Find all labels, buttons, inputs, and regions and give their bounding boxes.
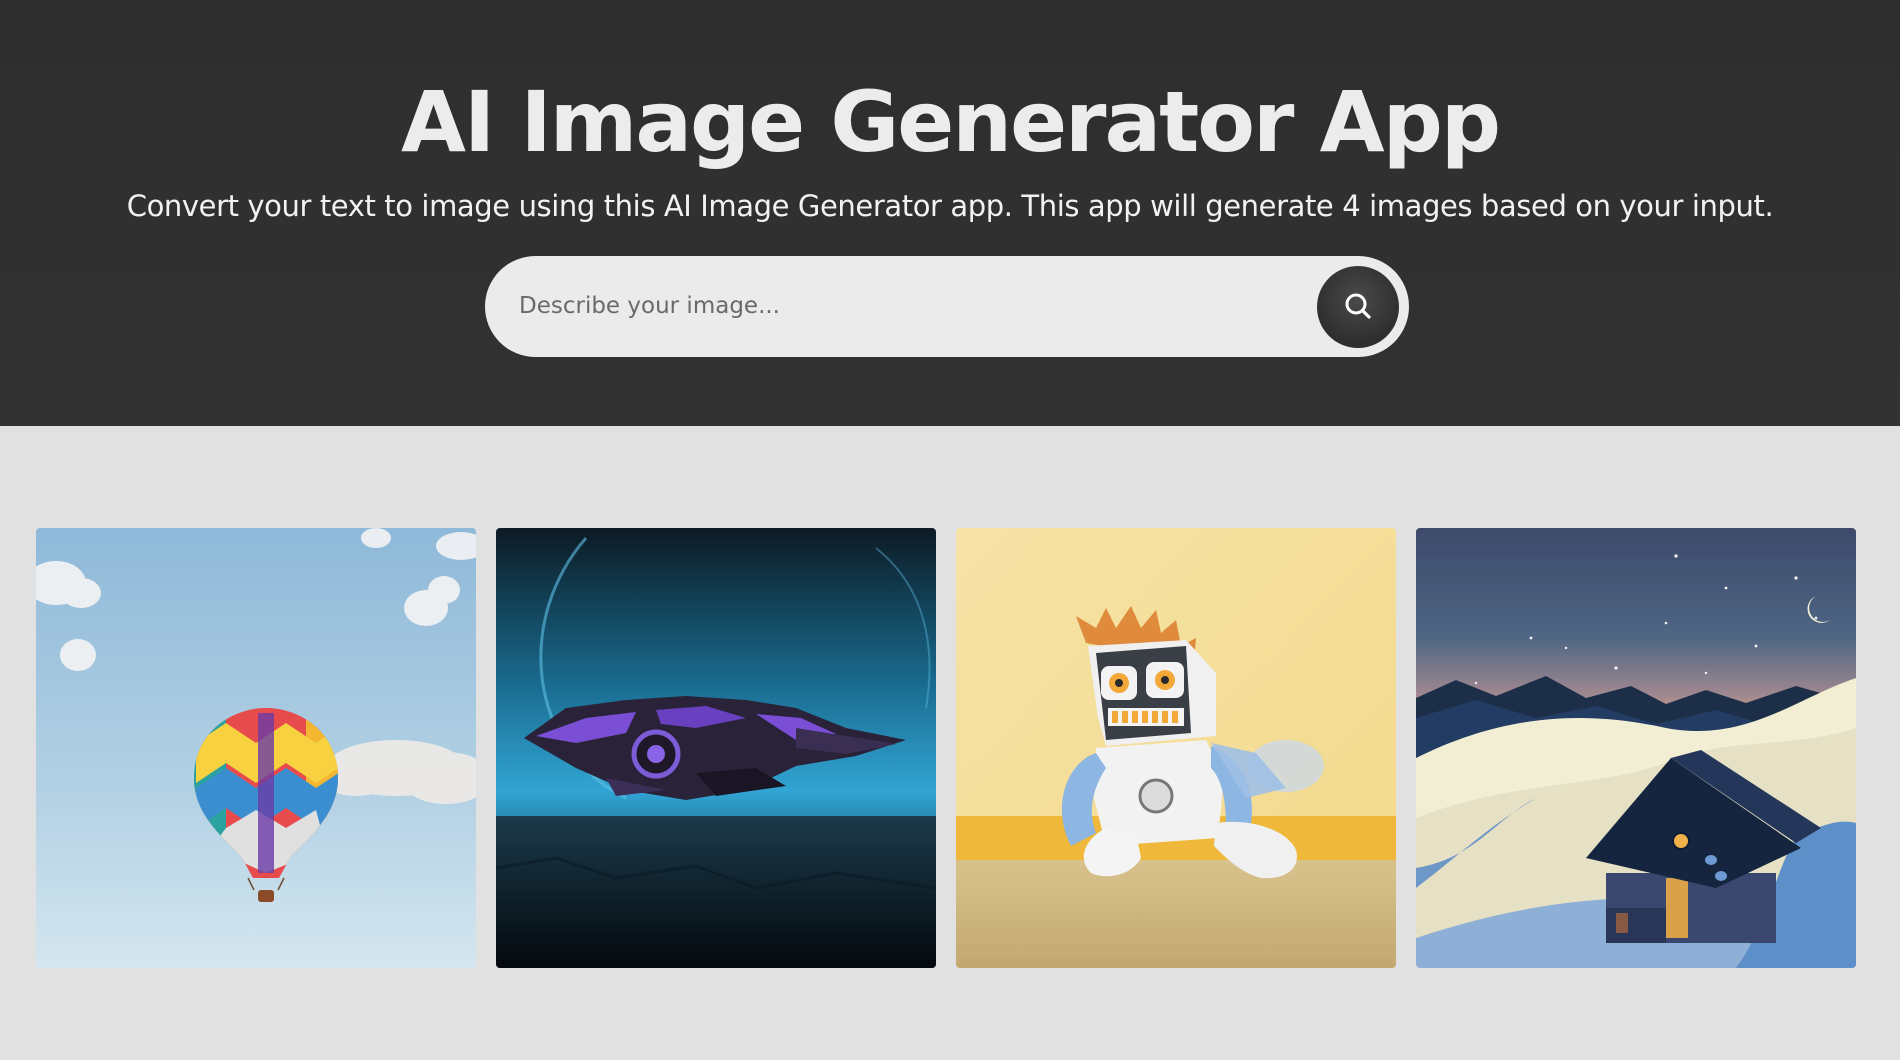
- page-subtitle: Convert your text to image using this AI…: [126, 189, 1774, 223]
- generated-image-card[interactable]: [496, 528, 936, 968]
- generated-image-card[interactable]: [1416, 528, 1856, 968]
- generated-image-card[interactable]: [956, 528, 1396, 968]
- generated-image-card[interactable]: [36, 528, 476, 968]
- cabin-image: [1416, 528, 1856, 968]
- balloon-image: [36, 528, 476, 968]
- prompt-form: [485, 256, 1409, 357]
- page-title: AI Image Generator App: [401, 73, 1501, 171]
- prompt-input[interactable]: [519, 276, 1279, 336]
- image-gallery: [36, 528, 1858, 968]
- search-icon: [1345, 293, 1371, 319]
- hero-header: AI Image Generator App Convert your text…: [0, 0, 1900, 426]
- generate-button[interactable]: [1317, 266, 1399, 348]
- spaceship-image: [496, 528, 936, 968]
- robot-image: [956, 528, 1396, 968]
